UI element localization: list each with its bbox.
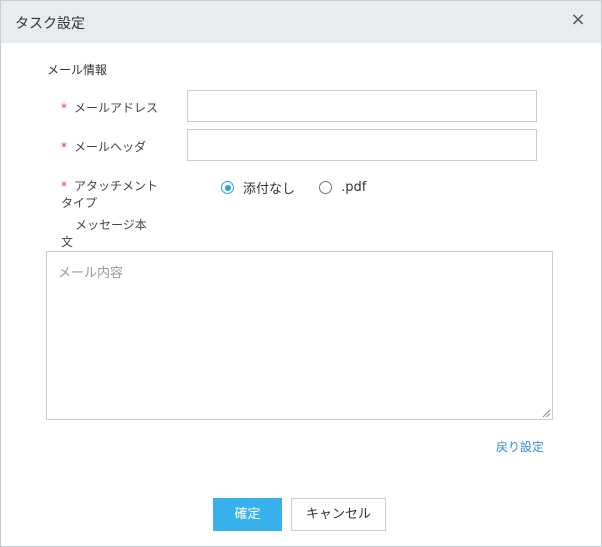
radio-no-attachment[interactable]: 添付なし [221, 178, 295, 197]
message-body-label-line2: 文 [61, 235, 74, 249]
required-mark: * [61, 140, 67, 154]
confirm-button[interactable]: 確定 [213, 498, 282, 531]
dialog-titlebar: タスク設定 × [1, 1, 601, 43]
message-body-placeholder: メール内容 [58, 266, 124, 281]
attachment-type-label-line2: タイプ [61, 196, 98, 210]
radio-checked-icon[interactable] [221, 181, 234, 194]
message-body-textarea[interactable]: メール内容 [46, 251, 553, 420]
attachment-type-label: * アタッチメント [61, 178, 158, 195]
section-title: メール情報 [47, 63, 108, 77]
attachment-type-label-line1: アタッチメント [74, 179, 159, 193]
cancel-button[interactable]: キャンセル [291, 498, 386, 531]
task-settings-dialog: タスク設定 × メール情報 * メールアドレス * メールヘッダ * アタッチメント … [0, 0, 602, 547]
email-header-label-text: メールヘッダ [74, 140, 147, 154]
required-mark: * [61, 101, 67, 115]
message-body-label-line1: メッセージ本 [75, 218, 147, 232]
email-address-label-text: メールアドレス [74, 101, 159, 115]
radio-no-attachment-label: 添付なし [243, 182, 296, 197]
radio-unchecked-icon[interactable] [319, 181, 333, 194]
email-address-input[interactable] [187, 90, 537, 122]
back-settings-link[interactable]: 戻り設定 [496, 438, 544, 455]
email-header-label: * メールヘッダ [61, 139, 146, 156]
required-mark: * [61, 179, 67, 193]
email-address-label: * メールアドレス [61, 100, 158, 117]
attachment-type-radio-group: 添付なし .pdf [221, 178, 386, 198]
dialog-title: タスク設定 [15, 16, 85, 32]
radio-pdf-label: .pdf [341, 180, 367, 195]
resize-handle-icon[interactable] [542, 409, 551, 418]
close-icon[interactable]: × [569, 11, 587, 29]
radio-pdf[interactable]: .pdf [319, 180, 366, 195]
email-header-input[interactable] [187, 129, 537, 161]
